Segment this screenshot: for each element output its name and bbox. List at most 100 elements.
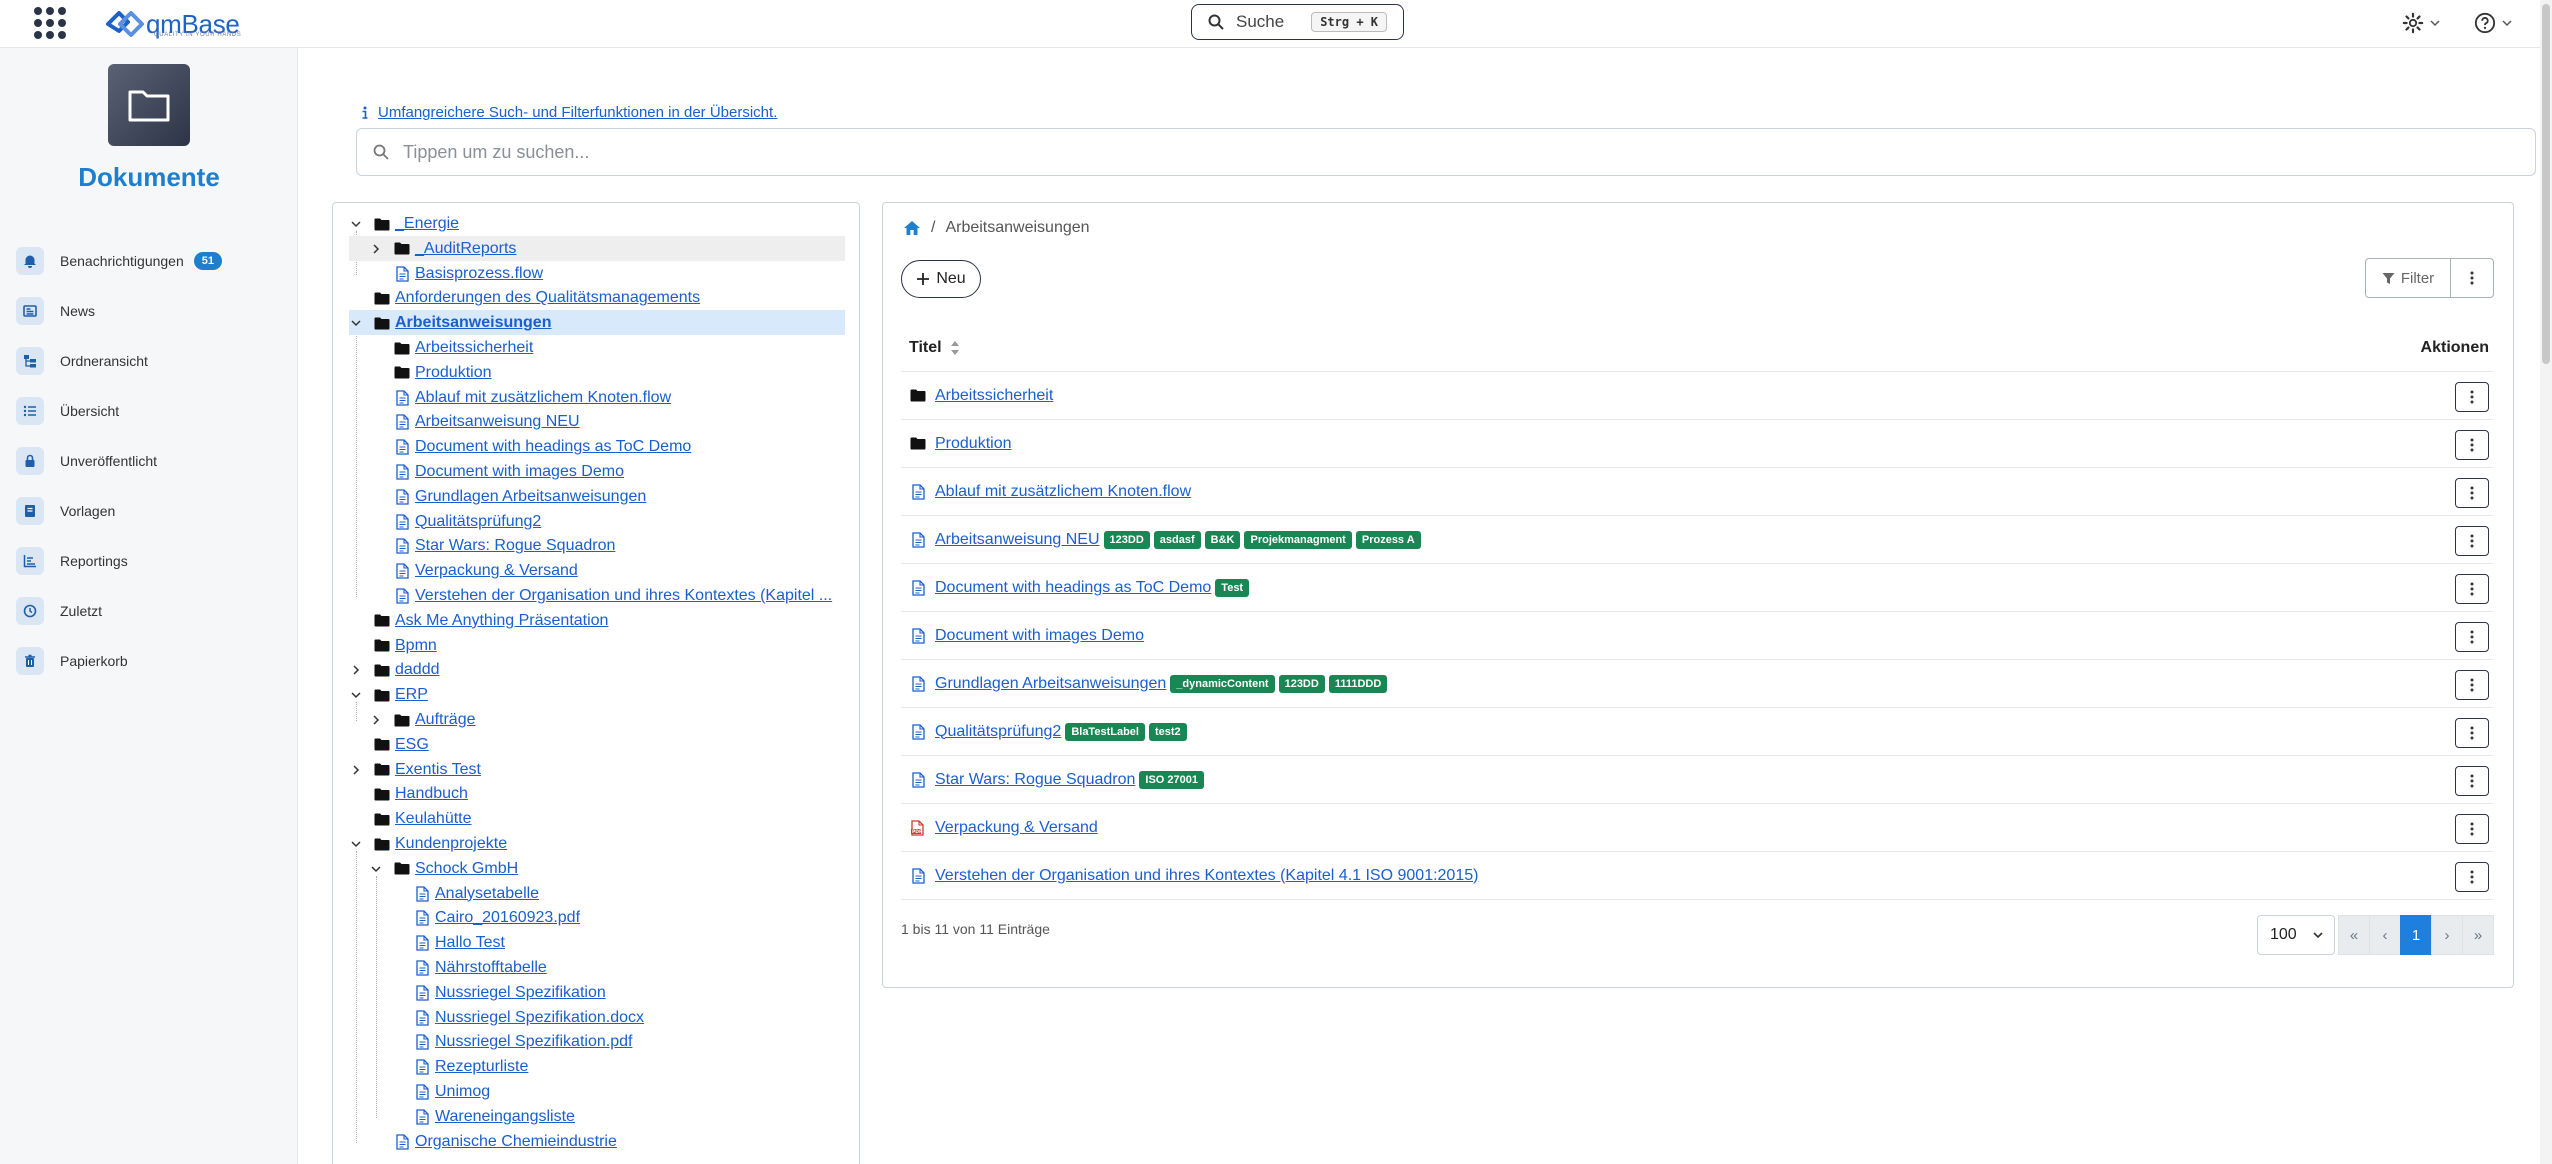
tree-item-daddd[interactable]: daddd [373,659,440,681]
tree-item-label[interactable]: Schock GmbH [415,860,518,878]
tree-toggle-expand-icon[interactable] [369,242,383,256]
row-actions-button[interactable] [2455,622,2489,652]
tree-item-keulah-tte[interactable]: Keulahütte [373,808,472,830]
more-options-button[interactable] [2450,258,2494,298]
pagination-control[interactable]: › [2431,915,2463,955]
row-actions-button[interactable] [2455,718,2489,748]
row-title-link[interactable]: Arbeitsanweisung NEU [935,531,1100,549]
sidebar-item-zuletzt[interactable]: Zuletzt [16,586,286,636]
tree-item-handbuch[interactable]: Handbuch [373,783,468,805]
tree-toggle-collapse-icon[interactable] [349,837,363,851]
settings-menu[interactable] [2402,10,2440,36]
tree-item-qualit-tspr-fung2[interactable]: Qualitätsprüfung2 [393,511,541,533]
tree-toggle-expand-icon[interactable] [369,713,383,727]
row-title-link[interactable]: Produktion [935,435,1012,453]
pagination-page-active[interactable]: 1 [2400,915,2432,955]
tree-item-label[interactable]: Rezepturliste [435,1058,528,1076]
row-title-link[interactable]: Grundlagen Arbeitsanweisungen [935,675,1166,693]
tree-item-cairo-20160923-pdf[interactable]: Cairo_20160923.pdf [413,907,580,929]
document-search-input[interactable] [403,141,2403,163]
tree-item-auditreports[interactable]: _AuditReports [393,238,516,260]
row-title-link[interactable]: Arbeitssicherheit [935,387,1053,405]
row-title-link[interactable]: Document with headings as ToC Demo [935,579,1211,597]
column-header-title[interactable]: Titel [909,339,960,357]
row-title-link[interactable]: Ablauf mit zusätzlichem Knoten.flow [935,483,1191,501]
tree-item-label[interactable]: Grundlagen Arbeitsanweisungen [415,488,646,506]
tree-toggle-collapse-icon[interactable] [349,217,363,231]
global-search-button[interactable]: Suche Strg + K [1191,4,1404,40]
apps-grid-icon[interactable] [34,7,66,39]
tree-item-label[interactable]: Unimog [435,1083,490,1101]
tree-item-label[interactable]: Document with images Demo [415,463,624,481]
tree-item-label[interactable]: Verstehen der Organisation und ihres Kon… [415,587,832,605]
tree-item-label[interactable]: ESG [395,736,429,754]
pagination-control[interactable]: « [2338,915,2370,955]
tree-item-auftr-ge[interactable]: Aufträge [393,709,475,731]
tree-item-rezepturliste[interactable]: Rezepturliste [413,1056,528,1078]
tree-item-label[interactable]: Wareneingangsliste [435,1108,575,1126]
tree-item-label[interactable]: Nussriegel Spezifikation.pdf [435,1033,632,1051]
tree-item-esg[interactable]: ESG [373,734,429,756]
tree-item-analysetabelle[interactable]: Analysetabelle [413,883,539,905]
pagination-control[interactable]: » [2462,915,2494,955]
tree-item-label[interactable]: Nussriegel Spezifikation [435,984,606,1002]
tree-item-nussriegel-spezifikation-docx[interactable]: Nussriegel Spezifikation.docx [413,1007,644,1029]
row-actions-button[interactable] [2455,478,2489,508]
sidebar-item-reportings[interactable]: Reportings [16,536,286,586]
tree-item-basisprozess-flow[interactable]: Basisprozess.flow [393,263,543,285]
tree-toggle-collapse-icon[interactable] [349,316,363,330]
tree-item-label[interactable]: Produktion [415,364,492,382]
tree-item-hallo-test[interactable]: Hallo Test [413,932,505,954]
tree-item-nussriegel-spezifikation[interactable]: Nussriegel Spezifikation [413,982,606,1004]
tree-item-produktion[interactable]: Produktion [393,362,492,384]
tree-item-label[interactable]: Handbuch [395,785,468,803]
tree-item-bpmn[interactable]: Bpmn [373,635,437,657]
tree-item-label[interactable]: Document with headings as ToC Demo [415,438,691,456]
tree-item-label[interactable]: Cairo_20160923.pdf [435,909,580,927]
tree-toggle-expand-icon[interactable] [349,763,363,777]
page-scrollbar-thumb[interactable] [2542,4,2550,364]
sidebar-item-unveroeffentlicht[interactable]: Unveröffentlicht [16,436,286,486]
tree-item-label[interactable]: Basisprozess.flow [415,265,543,283]
tree-item-kundenprojekte[interactable]: Kundenprojekte [373,833,507,855]
sidebar-item-papierkorb[interactable]: Papierkorb [16,636,286,686]
tree-item-unimog[interactable]: Unimog [413,1081,490,1103]
sidebar-item-benachrichtigungen[interactable]: Benachrichtigungen 51 [16,236,286,286]
filter-button[interactable]: Filter [2365,258,2451,298]
tree-item-label[interactable]: Verpackung & Versand [415,562,578,580]
logo[interactable]: qmBase QUALITY IN YOUR HANDS [102,5,241,43]
row-actions-button[interactable] [2455,670,2489,700]
tree-item-label[interactable]: Nussriegel Spezifikation.docx [435,1009,644,1027]
tree-item-verstehen-der-organisation-und-ihres-kontextes-kapitel[interactable]: Verstehen der Organisation und ihres Kon… [393,585,832,607]
tree-item-label[interactable]: Ask Me Anything Präsentation [395,612,608,630]
tree-item-ablauf-mit-zus-tzlichem-knoten-flow[interactable]: Ablauf mit zusätzlichem Knoten.flow [393,387,671,409]
row-title-link[interactable]: Verpackung & Versand [935,819,1098,837]
tree-item-ask-me-anything-pr-sentation[interactable]: Ask Me Anything Präsentation [373,610,608,632]
tree-item-label[interactable]: Arbeitssicherheit [415,339,533,357]
tree-item-wareneingangsliste[interactable]: Wareneingangsliste [413,1106,575,1128]
tree-item-erp[interactable]: ERP [373,684,428,706]
page-size-select[interactable]: 100 [2257,915,2335,955]
tree-toggle-collapse-icon[interactable] [349,688,363,702]
tree-item-label[interactable]: Ablauf mit zusätzlichem Knoten.flow [415,389,671,407]
tree-item-label[interactable]: Star Wars: Rogue Squadron [415,537,615,555]
row-actions-button[interactable] [2455,526,2489,556]
row-title-link[interactable]: Star Wars: Rogue Squadron [935,771,1135,789]
tree-item-verpackung-versand[interactable]: Verpackung & Versand [393,560,578,582]
tree-item-label[interactable]: _Energie [395,215,459,233]
new-button[interactable]: Neu [901,260,981,298]
tree-item-energie[interactable]: _Energie [373,213,459,235]
row-actions-button[interactable] [2455,574,2489,604]
home-icon[interactable] [903,219,921,237]
tree-item-document-with-headings-as-toc-demo[interactable]: Document with headings as ToC Demo [393,436,691,458]
tree-item-arbeitssicherheit[interactable]: Arbeitssicherheit [393,337,533,359]
tree-item-label[interactable]: Nährstofftabelle [435,959,547,977]
tree-item-label[interactable]: Aufträge [415,711,475,729]
tree-item-n-hrstofftabelle[interactable]: Nährstofftabelle [413,957,547,979]
tree-item-label[interactable]: Qualitätsprüfung2 [415,513,541,531]
tree-item-label[interactable]: Kundenprojekte [395,835,507,853]
tree-item-label[interactable]: Arbeitsanweisung NEU [415,413,580,431]
row-actions-button[interactable] [2455,814,2489,844]
row-title-link[interactable]: Qualitätsprüfung2 [935,723,1061,741]
overview-link[interactable]: Umfangreichere Such- und Filterfunktione… [378,104,777,121]
